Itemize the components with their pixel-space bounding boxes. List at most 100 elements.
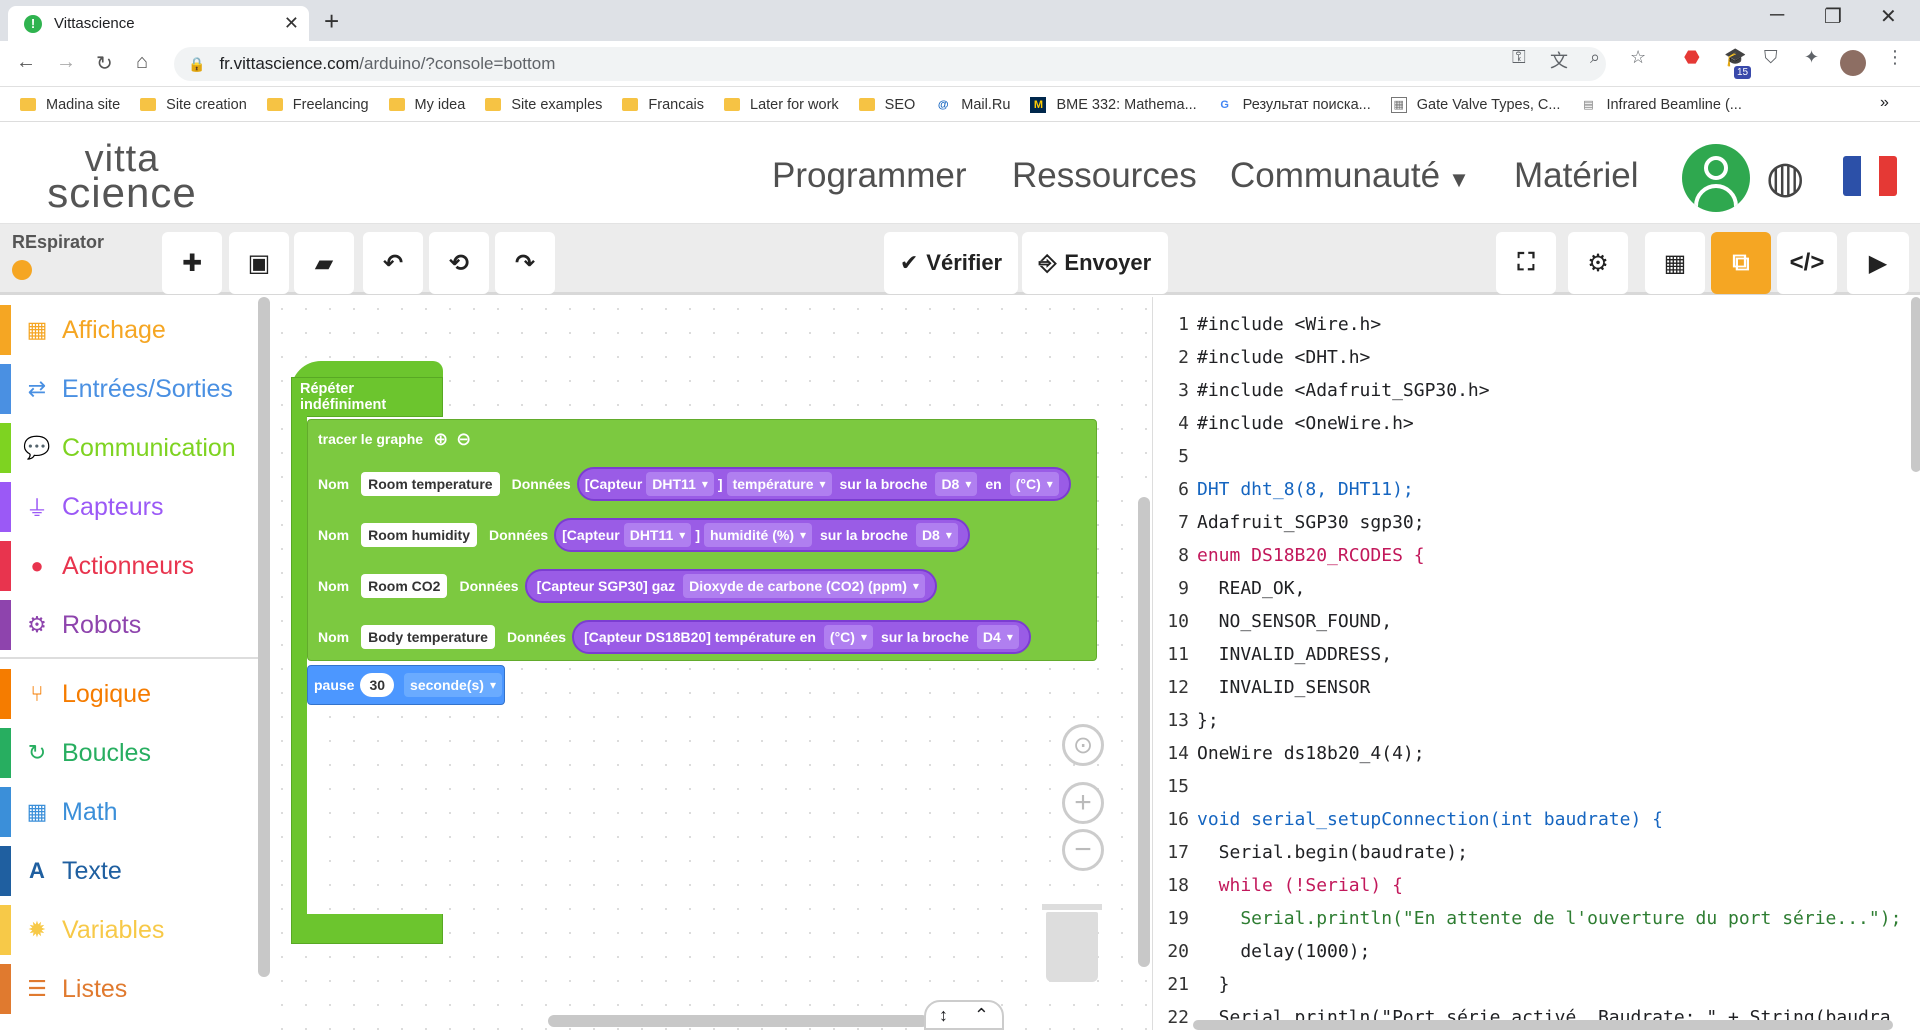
bookmark[interactable]: Madina site: [20, 97, 120, 113]
workspace-vertical-scrollbar[interactable]: [1138, 497, 1150, 967]
unit-dropdown[interactable]: (°C): [823, 625, 873, 649]
console-resize-handle[interactable]: ↕ ⌃: [924, 1000, 1004, 1030]
maximize-icon[interactable]: ❐: [1824, 4, 1842, 29]
puzzle-icon[interactable]: ✦: [1804, 47, 1819, 68]
refresh-button[interactable]: ⟲: [429, 232, 489, 294]
code-vertical-scrollbar[interactable]: [1911, 297, 1920, 472]
graph-row[interactable]: Nom Room CO2 Données [Capteur SGP30] gaz…: [312, 564, 937, 608]
translate-icon[interactable]: 文: [1550, 47, 1568, 73]
close-window-icon[interactable]: ✕: [1880, 4, 1897, 29]
category-variables[interactable]: ✹ Variables: [0, 905, 258, 955]
chevron-up-icon[interactable]: ⌃: [974, 1005, 989, 1026]
remove-circle-icon[interactable]: ⊖: [456, 429, 471, 450]
project-name[interactable]: REspirator: [12, 232, 104, 253]
save-button[interactable]: ▣: [229, 232, 289, 294]
forever-block[interactable]: Répéter indéfiniment: [291, 377, 443, 417]
bookmark[interactable]: @ Mail.Ru: [935, 97, 1011, 113]
bookmark[interactable]: Later for work: [724, 97, 839, 113]
bookmark[interactable]: Site creation: [140, 97, 247, 113]
kebab-menu-icon[interactable]: ⋮: [1886, 47, 1904, 68]
menu-communaute[interactable]: Communauté ▼: [1230, 156, 1470, 196]
series-name-field[interactable]: Room humidity: [361, 523, 478, 547]
sidebar-scrollbar[interactable]: [258, 297, 270, 977]
browser-tab[interactable]: ! Vittascience ✕: [8, 6, 309, 41]
resize-vertical-icon[interactable]: ↕: [939, 1005, 948, 1026]
sensor-dropdown[interactable]: DHT11: [646, 472, 714, 496]
unit-dropdown[interactable]: (°C): [1009, 472, 1059, 496]
forward-icon[interactable]: →: [56, 51, 76, 74]
bookmark[interactable]: My idea: [388, 97, 465, 113]
shield-icon[interactable]: ⛉: [1764, 47, 1778, 68]
url-input[interactable]: 🔒 fr.vittascience.com/arduino/?console=b…: [174, 47, 1606, 81]
category-logique[interactable]: ⑂ Logique: [0, 669, 258, 719]
key-icon[interactable]: ⚿: [1512, 47, 1526, 68]
bookmark[interactable]: Site examples: [485, 97, 602, 113]
blockly-workspace[interactable]: Répéter indéfiniment tracer le graphe ⊕ …: [270, 297, 1152, 1030]
zoom-icon[interactable]: ⌕: [1590, 47, 1600, 68]
adblock-icon[interactable]: ⬣: [1684, 47, 1700, 68]
fullscreen-button[interactable]: ⛶: [1496, 232, 1556, 294]
category-actionneurs[interactable]: ● Actionneurs: [0, 541, 258, 591]
sensor-block[interactable]: [Capteur DS18B20] température en (°C) su…: [572, 620, 1031, 654]
graph-row[interactable]: Nom Room humidity Données [Capteur DHT11…: [312, 513, 970, 557]
bookmark[interactable]: G Результат поиска...: [1217, 97, 1370, 113]
profile-avatar[interactable]: [1840, 50, 1866, 76]
pin-dropdown[interactable]: D4: [976, 625, 1019, 649]
french-flag-icon[interactable]: [1843, 156, 1897, 196]
measure-dropdown[interactable]: humidité (%): [703, 523, 813, 547]
series-name-field[interactable]: Room temperature: [361, 472, 500, 496]
back-icon[interactable]: ←: [16, 51, 36, 74]
extension-cap-icon[interactable]: 🎓: [1724, 47, 1746, 68]
trash-icon[interactable]: [1042, 904, 1102, 982]
category-math[interactable]: ▦ Math: [0, 787, 258, 837]
category-listes[interactable]: ☰ Listes: [0, 964, 258, 1014]
bookmark[interactable]: ▤ Infrared Beamline (...: [1580, 97, 1742, 113]
graph-row[interactable]: Nom Body temperature Données [Capteur DS…: [312, 615, 1031, 659]
new-button[interactable]: ✚: [162, 232, 222, 294]
settings-button[interactable]: ⚙: [1568, 232, 1628, 294]
eye-slash-icon[interactable]: ◍: [1766, 152, 1804, 203]
zoom-out-icon[interactable]: −: [1062, 829, 1104, 871]
code-horizontal-scrollbar[interactable]: [1193, 1020, 1893, 1030]
more-bookmarks-icon[interactable]: »: [1880, 94, 1889, 112]
bookmark[interactable]: Francais: [622, 97, 704, 113]
lock-icon[interactable]: 🔒: [188, 56, 205, 73]
category-robots[interactable]: ⚙ Robots: [0, 600, 258, 650]
sensor-block[interactable]: [Capteur SGP30] gaz Dioxyde de carbone (…: [524, 569, 937, 603]
category-communication[interactable]: 💬 Communication: [0, 423, 258, 473]
minimize-icon[interactable]: ─: [1770, 4, 1784, 27]
recenter-icon[interactable]: ⊙: [1062, 724, 1104, 766]
sensor-dropdown[interactable]: DHT11: [623, 523, 692, 547]
blocks-view-button[interactable]: ▦: [1645, 232, 1705, 294]
pin-dropdown[interactable]: D8: [915, 523, 958, 547]
graph-row[interactable]: Nom Room temperature Données [Capteur DH…: [312, 462, 1092, 506]
bookmark[interactable]: ▦ Gate Valve Types, C...: [1390, 96, 1560, 113]
sensor-block[interactable]: [Capteur DHT11 ] humidité (%) sur la bro…: [554, 518, 970, 552]
vittascience-logo[interactable]: vitta science: [42, 140, 202, 214]
menu-ressources[interactable]: Ressources: [1012, 156, 1197, 196]
zoom-in-icon[interactable]: +: [1062, 782, 1104, 824]
time-unit-dropdown[interactable]: seconde(s): [404, 673, 502, 697]
verify-button[interactable]: ✔ Vérifier: [884, 232, 1018, 294]
split-view-button[interactable]: ⧉: [1711, 232, 1771, 294]
pause-block[interactable]: pause 30 seconde(s): [307, 665, 505, 705]
category-boucles[interactable]: ↻ Boucles: [0, 728, 258, 778]
category-capteurs[interactable]: ⏚ Capteurs: [0, 482, 258, 532]
code-editor[interactable]: 1 #include <Wire.h> 2 #include <DHT.h> 3 #i…: [1152, 297, 1920, 1030]
pin-dropdown[interactable]: D8: [935, 472, 978, 496]
close-tab-icon[interactable]: ✕: [284, 13, 299, 34]
category-affichage[interactable]: ▦ Affichage: [0, 305, 258, 355]
category-entrees-sorties[interactable]: ⇄ Entrées/Sorties: [0, 364, 258, 414]
new-tab-icon[interactable]: +: [324, 6, 339, 37]
home-icon[interactable]: ⌂: [136, 51, 148, 74]
add-circle-icon[interactable]: ⊕: [433, 429, 448, 450]
category-texte[interactable]: A Texte: [0, 846, 258, 896]
gas-dropdown[interactable]: Dioxyde de carbone (CO2) (ppm): [683, 574, 925, 598]
send-button[interactable]: ⎆ Envoyer: [1022, 232, 1168, 294]
workspace-horizontal-scrollbar[interactable]: [548, 1015, 928, 1027]
pause-value-field[interactable]: 30: [360, 673, 395, 697]
series-name-field[interactable]: Body temperature: [361, 625, 495, 649]
user-avatar[interactable]: [1682, 144, 1750, 212]
series-name-field[interactable]: Room CO2: [361, 574, 448, 598]
bookmark[interactable]: SEO: [858, 97, 915, 113]
